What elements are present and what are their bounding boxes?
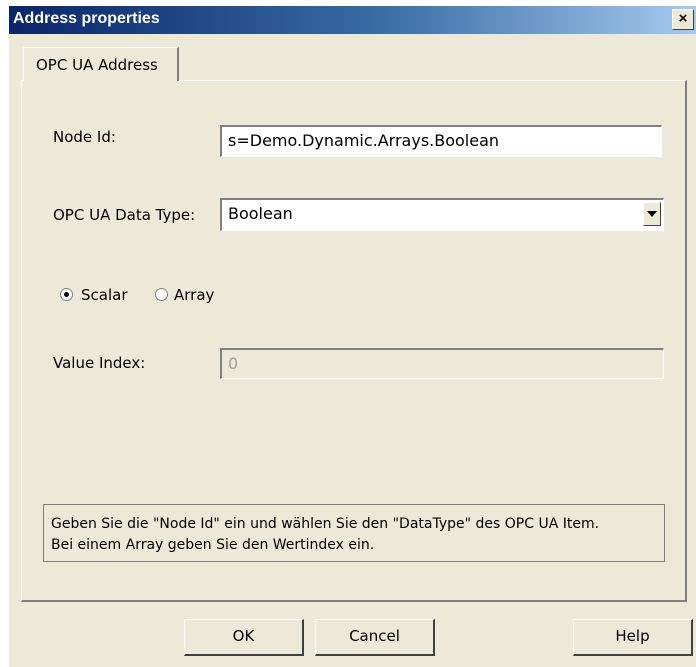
value-index-label: Value Index:: [53, 354, 146, 372]
hint-line-2: Bei einem Array geben Sie den Wertindex …: [51, 537, 375, 553]
address-properties-dialog: Address properties × OPC UA Address Node…: [8, 6, 696, 667]
close-button[interactable]: ×: [672, 9, 694, 30]
window-title: Address properties: [13, 10, 160, 27]
close-icon: ×: [678, 10, 688, 27]
help-button[interactable]: Help: [573, 619, 693, 656]
array-radio[interactable]: [155, 288, 168, 301]
chevron-down-icon: [647, 211, 657, 217]
ok-button[interactable]: OK: [184, 619, 304, 656]
cancel-button[interactable]: Cancel: [315, 619, 435, 656]
tab-label: OPC UA Address: [36, 56, 158, 74]
data-type-label: OPC UA Data Type:: [53, 206, 196, 224]
title-bar[interactable]: Address properties ×: [9, 6, 696, 34]
tab-opc-ua-address[interactable]: OPC UA Address: [23, 47, 179, 81]
dropdown-button[interactable]: [643, 202, 661, 226]
value-index-input[interactable]: 0: [220, 348, 664, 379]
radio-selected-dot: [64, 292, 69, 297]
data-type-value: Boolean: [228, 204, 293, 223]
array-label[interactable]: Array: [174, 286, 214, 304]
data-type-select[interactable]: Boolean: [220, 198, 664, 231]
hint-line-1: Geben Sie die "Node Id" ein und wählen S…: [51, 516, 600, 532]
node-id-input[interactable]: s=Demo.Dynamic.Arrays.Boolean: [220, 125, 662, 157]
node-id-label: Node Id:: [53, 128, 116, 146]
scalar-radio[interactable]: [60, 288, 73, 301]
hint-box: Geben Sie die "Node Id" ein und wählen S…: [43, 504, 665, 562]
scalar-label[interactable]: Scalar: [81, 286, 128, 304]
